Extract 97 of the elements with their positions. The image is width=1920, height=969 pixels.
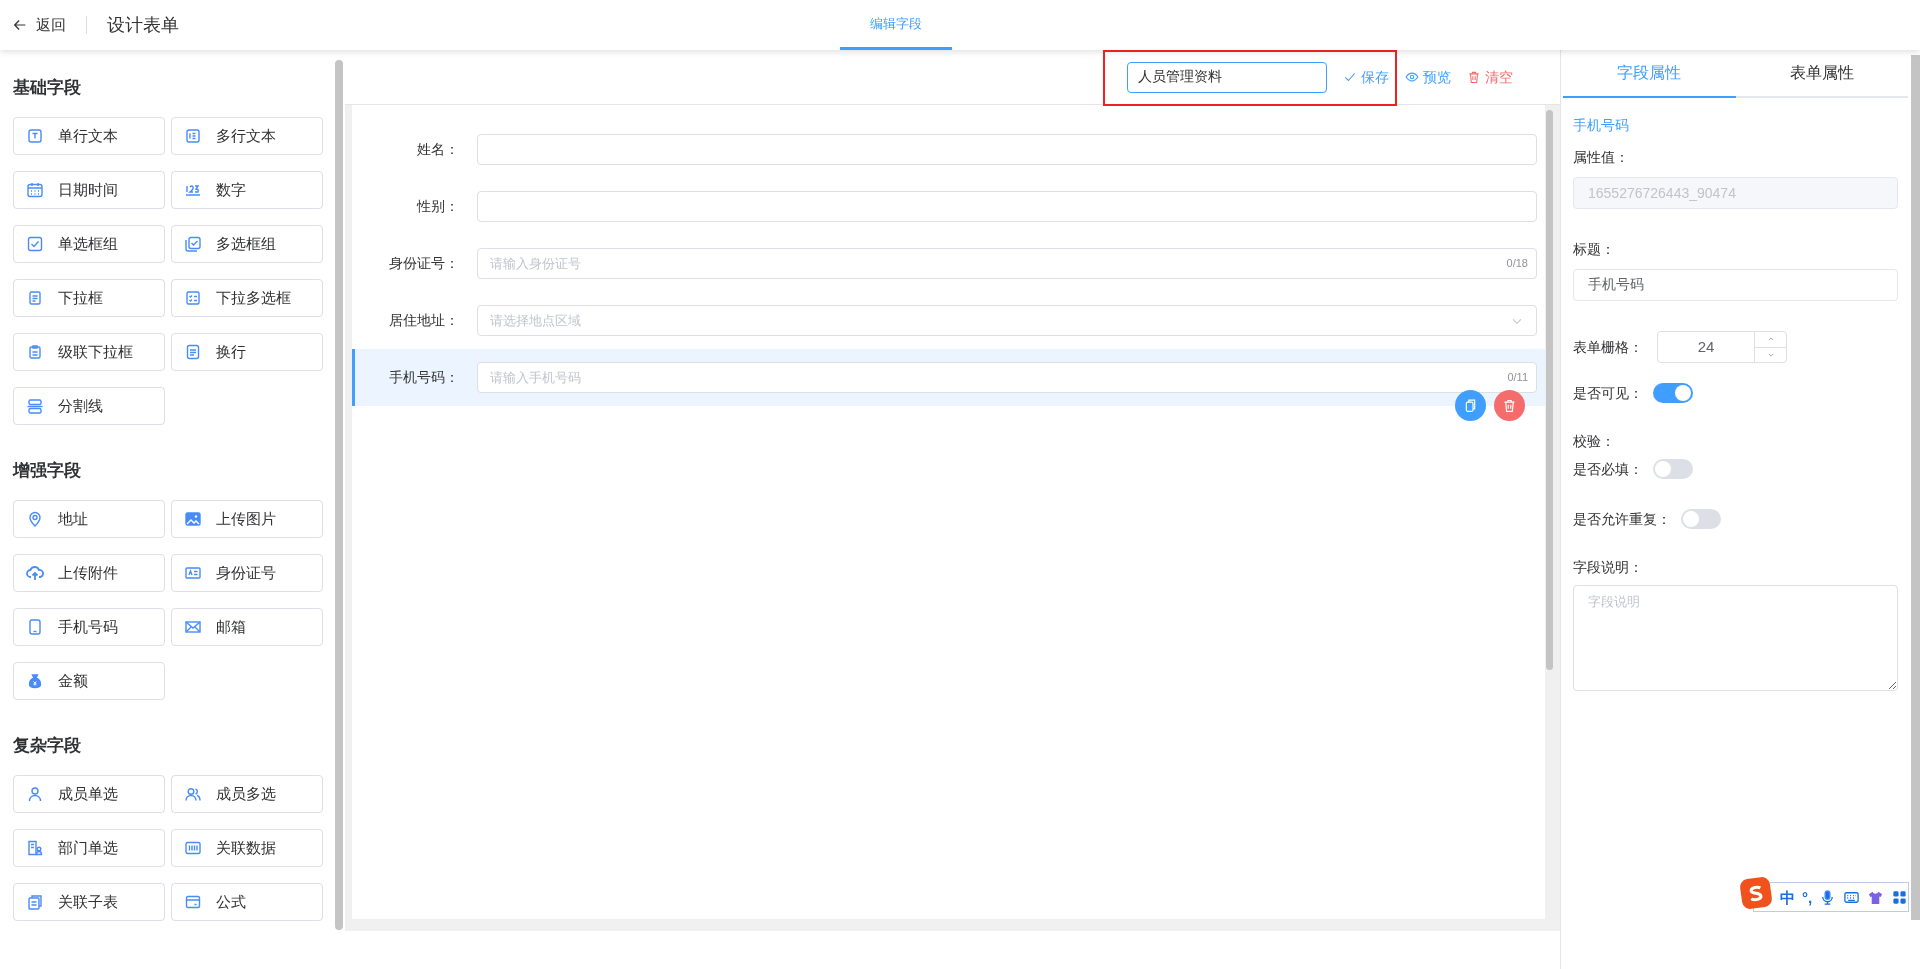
card-icon — [184, 893, 202, 911]
page-title: 设计表单 — [107, 13, 179, 37]
calendar-icon — [26, 181, 44, 199]
document-icon — [184, 343, 202, 361]
field-label: 手机号码： — [388, 368, 460, 387]
field-type-button[interactable]: 级联下拉框 — [13, 333, 165, 371]
scrollbar[interactable] — [1546, 110, 1553, 670]
checklist-icon — [184, 289, 202, 307]
columns-icon — [184, 839, 202, 857]
scrollbar[interactable] — [1911, 55, 1920, 920]
copy-button[interactable] — [1455, 390, 1486, 421]
tab[interactable]: 表单属性 — [1735, 50, 1908, 98]
property-label: 是否可见： — [1573, 383, 1643, 403]
field-type-button[interactable]: 换行 — [171, 333, 323, 371]
cloud-upload-icon — [26, 564, 44, 582]
field-label: 性别： — [415, 197, 460, 216]
field-type-button[interactable]: 关联子表 — [13, 883, 165, 921]
check-icon — [1343, 70, 1357, 84]
field-type-button[interactable]: 分割线 — [13, 387, 165, 425]
field-label: 身份证号： — [388, 254, 460, 273]
property-label: 是否允许重复： — [1573, 509, 1671, 529]
field-label: 姓名： — [416, 140, 460, 159]
grid-icon[interactable] — [1891, 888, 1909, 906]
field-row[interactable]: 身份证号： 请输入身份证号 0/18 — [352, 235, 1545, 292]
field-type-button[interactable]: 成员单选 — [13, 775, 165, 813]
building-user-icon — [26, 839, 44, 857]
field-row[interactable]: 性别： — [352, 178, 1545, 235]
user-icon — [26, 785, 44, 803]
property-label: 标题： — [1573, 240, 1616, 259]
section-title: 基础字段 — [13, 77, 82, 99]
field-row[interactable]: 居住地址： 请选择地点区域 — [352, 292, 1545, 349]
field-type-button[interactable]: 数字 — [171, 171, 323, 209]
users-icon — [184, 785, 202, 803]
property-label: 是否必填： — [1573, 459, 1643, 479]
delete-button[interactable] — [1494, 390, 1525, 421]
character-counter: 0/18 — [1506, 256, 1528, 272]
trash-icon — [1467, 70, 1481, 84]
character-counter: 0/11 — [1507, 370, 1528, 386]
field-type-button[interactable]: 公式 — [171, 883, 323, 921]
back-arrow-icon — [12, 17, 28, 33]
envelope-icon — [184, 618, 202, 636]
input-field[interactable]: 手机号码 — [1573, 269, 1898, 301]
field-type-button[interactable]: 成员多选 — [171, 775, 323, 813]
ime-mode-button[interactable]: 中 — [1780, 889, 1795, 905]
back-link[interactable]: 返回 — [12, 13, 66, 37]
number-stepper[interactable]: 24 — [1657, 331, 1787, 363]
field-name: 手机号码 — [1573, 116, 1630, 135]
location-pin-icon — [26, 510, 44, 528]
field-type-button[interactable]: 多选框组 — [171, 225, 323, 263]
property-label: 校验： — [1573, 432, 1616, 451]
description-field[interactable]: 字段说明 — [1573, 585, 1898, 691]
phone-icon — [26, 618, 44, 636]
field-type-button[interactable]: 地址 — [13, 500, 165, 538]
field-type-button[interactable]: 关联数据 — [171, 829, 323, 867]
toggle-switch[interactable] — [1653, 383, 1693, 403]
property-label: 属性值： — [1573, 148, 1630, 167]
id-card-icon — [184, 564, 202, 582]
image-icon — [184, 510, 202, 528]
input-field[interactable] — [477, 191, 1537, 222]
field-type-button[interactable]: 手机号码 — [13, 608, 165, 646]
section-title: 增强字段 — [13, 460, 82, 482]
field-type-button[interactable]: 下拉框 — [13, 279, 165, 317]
input-field[interactable] — [477, 134, 1537, 165]
copy-icon — [26, 893, 44, 911]
field-type-button[interactable]: 部门单选 — [13, 829, 165, 867]
toggle-switch[interactable] — [1653, 459, 1693, 479]
field-type-button[interactable]: 金额 — [13, 662, 165, 700]
divider-icon — [26, 397, 44, 415]
selected-field-row[interactable]: 手机号码： 请输入手机号码 0/11 — [352, 349, 1545, 406]
toggle-switch[interactable] — [1681, 509, 1721, 529]
section-title: 复杂字段 — [13, 735, 82, 757]
textarea-icon — [184, 127, 202, 145]
checkboxes-icon — [184, 235, 202, 253]
field-type-button[interactable]: 上传图片 — [171, 500, 323, 538]
copy-icon — [1463, 398, 1478, 413]
field-label: 居住地址： — [388, 311, 460, 330]
field-type-button[interactable]: 下拉多选框 — [171, 279, 323, 317]
ime-mode-button[interactable]: °, — [1802, 889, 1813, 905]
property-label: 表单栅格： — [1573, 337, 1643, 357]
field-type-button[interactable]: 多行文本 — [171, 117, 323, 155]
property-label: 字段说明： — [1573, 558, 1644, 577]
field-type-button[interactable]: 日期时间 — [13, 171, 165, 209]
text-field-icon — [26, 127, 44, 145]
field-type-button[interactable]: 邮箱 — [171, 608, 323, 646]
checkbox-icon — [26, 235, 44, 253]
list-icon — [26, 289, 44, 307]
scrollbar[interactable] — [335, 60, 343, 930]
field-row[interactable]: 姓名： — [352, 121, 1545, 178]
eye-icon — [1405, 70, 1419, 84]
trash-icon — [1502, 398, 1517, 413]
clipboard-icon — [26, 343, 44, 361]
field-type-button[interactable]: 单选框组 — [13, 225, 165, 263]
field-type-button[interactable]: 身份证号 — [171, 554, 323, 592]
form-name-field[interactable]: 人员管理资料 — [1127, 61, 1327, 93]
money-bag-icon — [26, 672, 44, 690]
field-type-button[interactable]: 单行文本 — [13, 117, 165, 155]
field-type-button[interactable]: 上传附件 — [13, 554, 165, 592]
